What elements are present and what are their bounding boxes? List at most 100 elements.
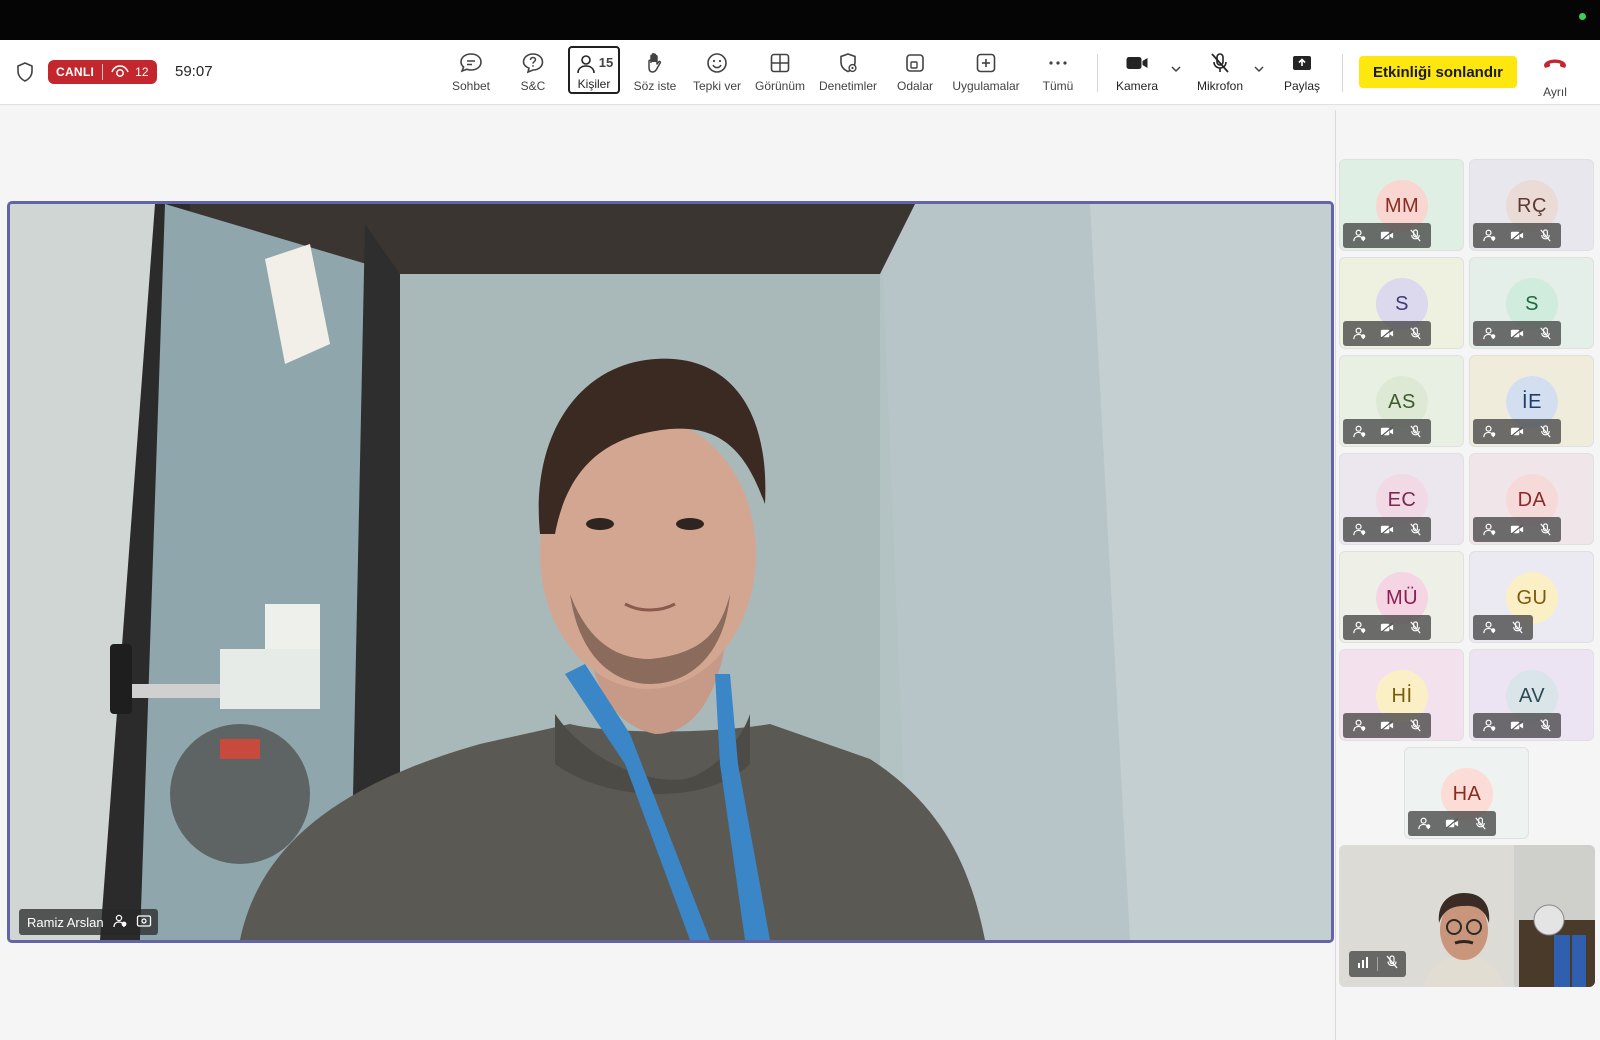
hand-icon <box>643 48 667 75</box>
participant-tile[interactable]: İE <box>1469 355 1594 447</box>
participant-tile[interactable]: EC <box>1339 453 1464 545</box>
participant-status-icons <box>1408 811 1496 836</box>
qa-button[interactable]: S&C <box>514 48 552 98</box>
more-button[interactable]: Tümü <box>1040 48 1076 98</box>
view-button[interactable]: Görünüm <box>754 48 806 98</box>
participant-tile[interactable]: MM <box>1339 159 1464 251</box>
shield-settings-icon <box>836 48 860 75</box>
camera-icon <box>1124 48 1150 75</box>
raise-hand-button[interactable]: Söz iste <box>632 48 678 98</box>
viewer-count-value: 12 <box>135 65 149 79</box>
shield-icon[interactable] <box>14 61 36 88</box>
rooms-button[interactable]: Odalar <box>895 48 935 98</box>
viewer-count: 12 <box>103 64 156 81</box>
people-count: 15 <box>598 55 614 70</box>
breakout-rooms-icon <box>903 48 927 75</box>
mic-off-icon <box>1402 226 1428 246</box>
participant-tile[interactable]: AV <box>1469 649 1594 741</box>
participant-role-icon <box>1411 814 1437 834</box>
mic-off-icon <box>1384 954 1400 975</box>
participant-tile[interactable]: S <box>1469 257 1594 349</box>
camera-off-icon <box>1439 814 1465 834</box>
self-view-video[interactable] <box>1339 845 1595 987</box>
participant-role-icon <box>1476 324 1502 344</box>
share-screen-icon <box>1290 48 1314 75</box>
person-icon <box>575 50 597 75</box>
toolbar-divider <box>1342 54 1343 92</box>
chat-button[interactable]: Sohbet <box>448 48 494 98</box>
more-label: Tümü <box>1042 79 1074 93</box>
camera-button[interactable]: Kamera <box>1114 48 1160 98</box>
participant-role-icon <box>1476 226 1502 246</box>
smiley-icon <box>705 48 729 75</box>
camera-off-icon <box>1504 324 1530 344</box>
end-event-button[interactable]: Etkinliği sonlandır <box>1359 56 1517 88</box>
participant-status-icons <box>1343 517 1431 542</box>
participant-tile[interactable]: MÜ <box>1339 551 1464 643</box>
hang-up-icon <box>1541 52 1569 79</box>
participant-tile[interactable]: DA <box>1469 453 1594 545</box>
participant-role-icon <box>1476 422 1502 442</box>
participant-tile[interactable]: Hİ <box>1339 649 1464 741</box>
react-label: Tepki ver <box>692 79 742 93</box>
participant-status-icons <box>1343 223 1431 248</box>
participant-status-icons <box>1473 223 1561 248</box>
question-icon <box>520 48 546 75</box>
participant-status-icons <box>1473 615 1533 640</box>
presenter-name: Ramiz Arslan <box>27 914 104 930</box>
mic-off-icon <box>1208 48 1232 75</box>
live-badge[interactable]: CANLI 12 <box>48 60 157 84</box>
mic-off-icon <box>1532 422 1558 442</box>
eye-icon <box>111 64 129 81</box>
chat-icon <box>458 48 484 75</box>
participant-role-icon <box>1346 716 1372 736</box>
participant-role-icon <box>1346 324 1372 344</box>
camera-off-icon <box>1374 716 1400 736</box>
leave-button[interactable]: Ayrıl <box>1538 52 1572 99</box>
share-button[interactable]: Paylaş <box>1282 48 1322 98</box>
camera-label: Kamera <box>1115 79 1159 93</box>
chat-label: Sohbet <box>451 79 491 93</box>
camera-off-icon <box>1374 520 1400 540</box>
mic-off-icon <box>1402 422 1428 442</box>
people-button[interactable]: 15 Kişiler <box>568 46 620 94</box>
participant-role-icon <box>1346 226 1372 246</box>
view-label: Görünüm <box>754 79 806 93</box>
speaker-video-feed <box>10 204 1331 940</box>
rooms-label: Odalar <box>896 79 934 93</box>
raise-hand-label: Söz iste <box>633 79 677 93</box>
participant-role-icon <box>1346 520 1372 540</box>
mic-options-chevron-down-icon[interactable] <box>1252 62 1266 81</box>
participant-status-icons <box>1343 419 1431 444</box>
self-view-status-icons <box>1349 951 1406 977</box>
mic-off-icon <box>1402 716 1428 736</box>
camera-off-icon <box>1504 226 1530 246</box>
mic-button[interactable]: Mikrofon <box>1192 48 1248 98</box>
react-button[interactable]: Tepki ver <box>691 48 743 98</box>
mic-off-icon <box>1532 324 1558 344</box>
participant-role-icon <box>1476 716 1502 736</box>
participant-tile[interactable]: S <box>1339 257 1464 349</box>
main-speaker-video[interactable]: Ramiz Arslan <box>7 201 1334 943</box>
grid-view-icon <box>768 48 792 75</box>
apps-button[interactable]: Uygulamalar <box>950 48 1022 98</box>
camera-off-icon <box>1374 324 1400 344</box>
mic-off-icon <box>1532 716 1558 736</box>
meeting-timer: 59:07 <box>175 63 213 80</box>
presenter-role-icon <box>112 913 128 932</box>
controls-button[interactable]: Denetimler <box>818 48 878 98</box>
signal-strength-icon[interactable] <box>1355 954 1371 975</box>
participant-tile[interactable]: RÇ <box>1469 159 1594 251</box>
participant-role-icon <box>1346 422 1372 442</box>
participant-role-icon <box>1476 618 1502 638</box>
participant-tile[interactable]: AS <box>1339 355 1464 447</box>
live-label: CANLI <box>56 65 95 79</box>
meeting-toolbar: CANLI 12 59:07 Sohbet S&C 15 Kişiler Söz… <box>0 40 1600 105</box>
camera-options-chevron-down-icon[interactable] <box>1169 62 1183 81</box>
participant-tile[interactable]: GU <box>1469 551 1594 643</box>
camera-off-icon <box>1504 520 1530 540</box>
participant-tile[interactable]: HA <box>1404 747 1529 839</box>
mic-off-icon <box>1402 618 1428 638</box>
qa-label: S&C <box>520 79 546 93</box>
gallery-divider <box>1335 110 1336 1040</box>
